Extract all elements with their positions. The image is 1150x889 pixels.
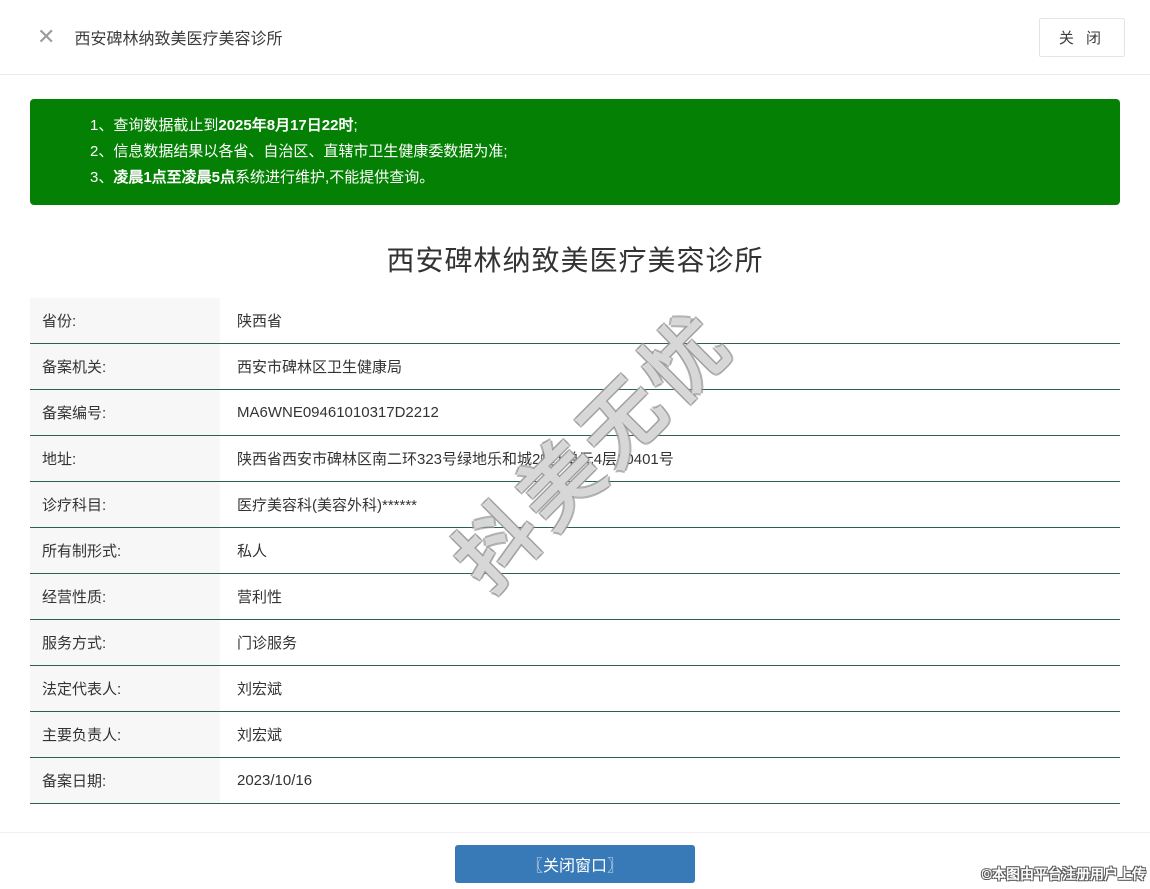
- notice-item-bold: 2025年8月17日22时: [218, 117, 354, 134]
- row-label: 服务方式:: [30, 620, 220, 665]
- notice-banner: 1、查询数据截止到2025年8月17日22时; 2、信息数据结果以各省、自治区、…: [30, 99, 1120, 205]
- row-value: 刘宏斌: [237, 681, 283, 698]
- table-row-business-nature: 经营性质: 营利性: [30, 574, 1120, 620]
- header-title: 西安碑林纳致美医疗美容诊所: [74, 31, 283, 48]
- row-value: 门诊服务: [237, 635, 298, 652]
- row-value: 私人: [237, 543, 268, 560]
- row-label: 经营性质:: [30, 574, 220, 619]
- row-label: 省份:: [30, 298, 220, 343]
- table-row-service-mode: 服务方式: 门诊服务: [30, 620, 1120, 666]
- table-row-filing-date: 备案日期: 2023/10/16: [30, 758, 1120, 804]
- row-label: 法定代表人:: [30, 666, 220, 711]
- row-value: MA6WNE09461010317D2212: [237, 404, 439, 421]
- row-value: 营利性: [237, 589, 283, 606]
- row-value: 刘宏斌: [237, 727, 283, 744]
- row-value: 医疗美容科(美容外科)******: [237, 497, 418, 514]
- close-window-button[interactable]: 〖关闭窗口〗: [455, 845, 695, 883]
- row-label: 备案机关:: [30, 344, 220, 389]
- notice-item-1: 1、查询数据截止到2025年8月17日22时;: [90, 113, 1100, 139]
- row-value: 陕西省: [237, 313, 283, 330]
- row-label: 所有制形式:: [30, 528, 220, 573]
- table-row-ownership-type: 所有制形式: 私人: [30, 528, 1120, 574]
- row-label: 地址:: [30, 436, 220, 481]
- table-row-legal-representative: 法定代表人: 刘宏斌: [30, 666, 1120, 712]
- row-label: 诊疗科目:: [30, 482, 220, 527]
- table-row-medical-subjects: 诊疗科目: 医疗美容科(美容外科)******: [30, 482, 1120, 528]
- row-label: 备案日期:: [30, 758, 220, 803]
- record-detail-page: ✕ 西安碑林纳致美医疗美容诊所 关 闭 1、查询数据截止到2025年8月17日2…: [0, 0, 1150, 889]
- notice-item-3: 3、凌晨1点至凌晨5点系统进行维护,不能提供查询。: [90, 165, 1100, 191]
- header-bar: ✕ 西安碑林纳致美医疗美容诊所 关 闭: [0, 0, 1150, 75]
- row-label: 主要负责人:: [30, 712, 220, 757]
- close-icon[interactable]: ✕: [37, 26, 55, 48]
- row-value: 西安市碑林区卫生健康局: [237, 359, 403, 376]
- notice-item-text: ;: [353, 117, 358, 134]
- row-value: 2023/10/16: [237, 772, 313, 789]
- table-row-filing-number: 备案编号: MA6WNE09461010317D2212: [30, 390, 1120, 436]
- institution-title: 西安碑林纳致美医疗美容诊所: [386, 245, 764, 276]
- footer: 〖关闭窗口〗: [0, 833, 1150, 883]
- notice-item-text: 系统进行维护,不能提供查询。: [235, 169, 435, 186]
- notice-item-number: 1、: [90, 117, 114, 134]
- row-label: 备案编号:: [30, 390, 220, 435]
- notice-item-number: 3、: [90, 169, 114, 186]
- table-row-main-responsible-person: 主要负责人: 刘宏斌: [30, 712, 1120, 758]
- table-row-address: 地址: 陕西省西安市碑林区南二环323号绿地乐和城2幢1单元4层10401号: [30, 436, 1120, 482]
- info-table: 省份: 陕西省 备案机关: 西安市碑林区卫生健康局 备案编号: MA6WNE09…: [30, 298, 1120, 804]
- row-value: 陕西省西安市碑林区南二环323号绿地乐和城2幢1单元4层10401号: [237, 451, 674, 468]
- header-close-button[interactable]: 关 闭: [1038, 17, 1125, 57]
- notice-item-text: 查询数据截止到: [113, 117, 219, 134]
- table-row-filing-authority: 备案机关: 西安市碑林区卫生健康局: [30, 344, 1120, 390]
- notice-item-2: 2、信息数据结果以各省、自治区、直辖市卫生健康委数据为准;: [90, 139, 1100, 165]
- notice-item-number: 2、: [90, 143, 114, 160]
- notice-item-bold: 凌晨1点至凌晨5点: [113, 169, 236, 186]
- notice-item-text: 信息数据结果以各省、自治区、直辖市卫生健康委数据为准;: [113, 143, 508, 160]
- table-row-province: 省份: 陕西省: [30, 298, 1120, 344]
